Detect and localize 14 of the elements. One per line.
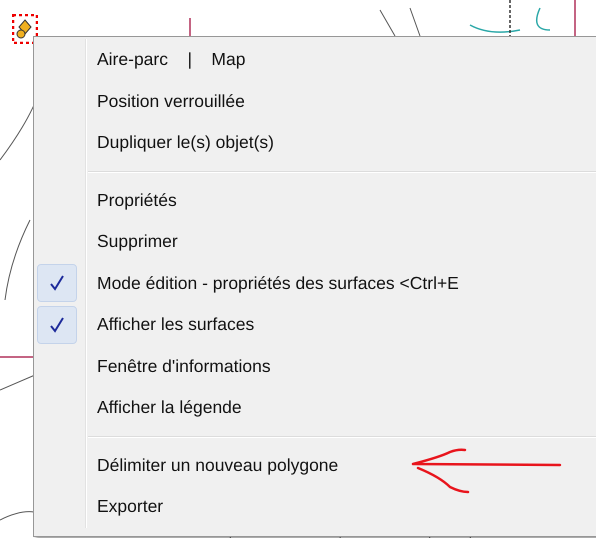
menu-item[interactable]: Supprimer [97,231,178,252]
menu-item[interactable]: Dupliquer le(s) objet(s) [97,132,274,154]
menu-item[interactable]: Délimiter un nouveau polygone [97,454,338,476]
menu-item[interactable]: Position verrouillée [97,90,245,112]
menu-item[interactable]: Propriétés [97,190,177,211]
menu-item[interactable]: Afficher la légende [97,397,242,418]
menu-item[interactable]: Afficher les surfaces [97,314,254,336]
menu-item[interactable]: Mode édition - propriétés des surfaces <Ctrl+E [97,272,459,294]
selected-marker-icon[interactable] [12,14,38,44]
menu-item[interactable]: Aire-parc | Map [97,49,246,70]
menu-item[interactable]: Fenêtre d'informations [97,356,271,377]
check-mark[interactable] [37,264,77,302]
menu-item[interactable]: Exporter [97,496,164,518]
check-mark[interactable] [37,306,77,344]
